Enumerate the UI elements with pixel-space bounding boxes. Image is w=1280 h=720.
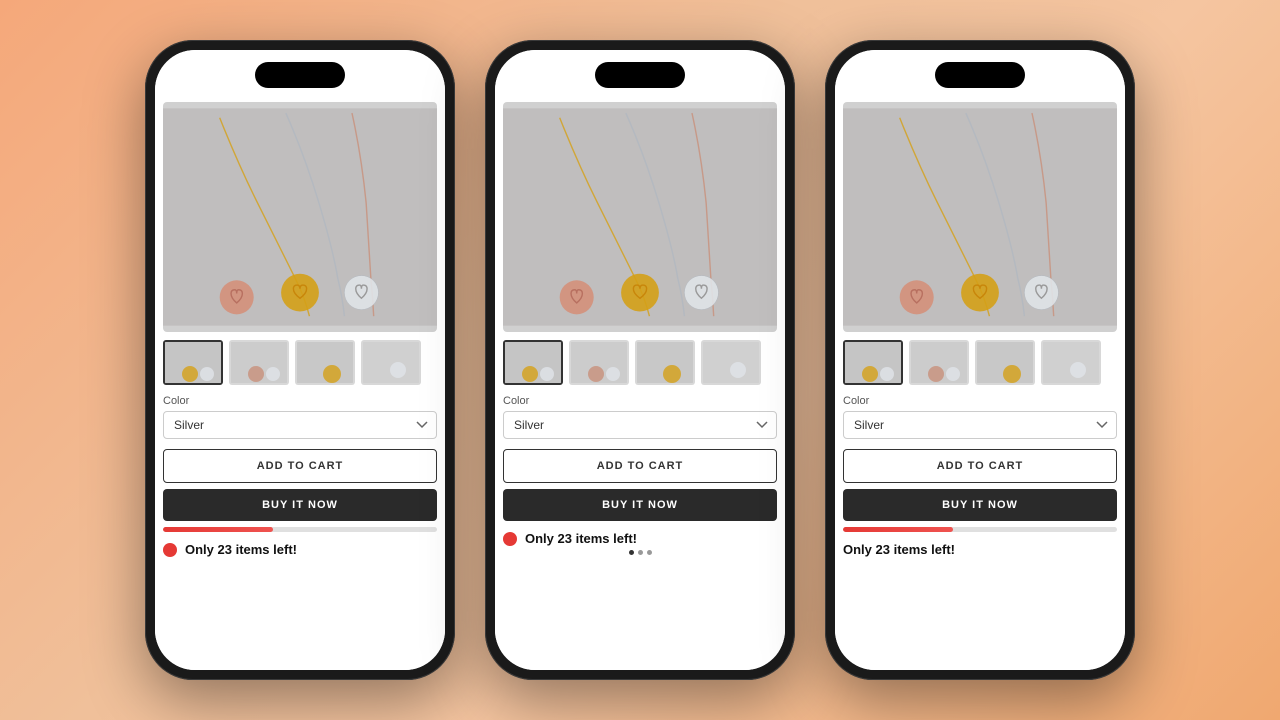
stock-text-2: Only 23 items left!	[525, 531, 637, 546]
thumbnails-1	[163, 340, 437, 385]
color-section-3: Color Silver Gold Rose Gold	[843, 395, 1117, 439]
buy-now-button-2[interactable]: BUY IT NOW	[503, 489, 777, 521]
thumb-3-4[interactable]	[1041, 340, 1101, 385]
thumb-1-2[interactable]	[229, 340, 289, 385]
color-section-1: Color Silver Gold Rose Gold	[163, 395, 437, 439]
stock-section-1: Only 23 items left!	[163, 542, 437, 557]
phone-3: Color Silver Gold Rose Gold ADD TO CART …	[825, 40, 1135, 680]
dynamic-island-2	[595, 62, 685, 88]
thumb-3-3[interactable]	[975, 340, 1035, 385]
progress-bar-1	[163, 527, 437, 532]
dynamic-island-1	[255, 62, 345, 88]
stock-section-3: Only 23 items left!	[843, 542, 1117, 557]
buy-now-button-3[interactable]: BUY IT NOW	[843, 489, 1117, 521]
thumb-2-3[interactable]	[635, 340, 695, 385]
phone-1-content: Color Silver Gold Rose Gold ADD TO CART …	[155, 50, 445, 670]
thumb-3-1[interactable]	[843, 340, 903, 385]
progress-fill-3	[843, 527, 953, 532]
color-select-1[interactable]: Silver Gold Rose Gold	[163, 411, 437, 439]
phone-3-content: Color Silver Gold Rose Gold ADD TO CART …	[835, 50, 1125, 670]
add-to-cart-button-2[interactable]: ADD TO CART	[503, 449, 777, 483]
thumb-2-1[interactable]	[503, 340, 563, 385]
progress-fill-1	[163, 527, 273, 532]
color-label-3: Color	[843, 395, 1117, 407]
color-label-1: Color	[163, 395, 437, 407]
color-select-2[interactable]: Silver Gold Rose Gold	[503, 411, 777, 439]
stock-text-1: Only 23 items left!	[185, 542, 297, 557]
phone-3-screen: Color Silver Gold Rose Gold ADD TO CART …	[835, 50, 1125, 670]
stock-dot-2	[503, 532, 517, 546]
phone-2: Color Silver Gold Rose Gold ADD TO CART …	[485, 40, 795, 680]
color-label-2: Color	[503, 395, 777, 407]
phone-1: Color Silver Gold Rose Gold ADD TO CART …	[145, 40, 455, 680]
dots-indicator-2	[503, 550, 777, 555]
progress-bar-3	[843, 527, 1117, 532]
product-image-3	[843, 102, 1117, 332]
add-to-cart-button-3[interactable]: ADD TO CART	[843, 449, 1117, 483]
dot-2	[638, 550, 643, 555]
phone-2-content: Color Silver Gold Rose Gold ADD TO CART …	[495, 50, 785, 670]
thumbnails-3	[843, 340, 1117, 385]
thumb-1-3[interactable]	[295, 340, 355, 385]
stock-text-3: Only 23 items left!	[843, 542, 955, 557]
thumb-2-2[interactable]	[569, 340, 629, 385]
thumbnails-2	[503, 340, 777, 385]
dynamic-island-3	[935, 62, 1025, 88]
add-to-cart-button-1[interactable]: ADD TO CART	[163, 449, 437, 483]
phone-1-wrapper: Color Silver Gold Rose Gold ADD TO CART …	[145, 40, 455, 680]
stock-section-2: Only 23 items left!	[503, 531, 777, 546]
phone-1-screen: Color Silver Gold Rose Gold ADD TO CART …	[155, 50, 445, 670]
phone-2-wrapper: Color Silver Gold Rose Gold ADD TO CART …	[485, 40, 795, 680]
product-image-2	[503, 102, 777, 332]
dot-3	[647, 550, 652, 555]
color-select-3[interactable]: Silver Gold Rose Gold	[843, 411, 1117, 439]
thumb-2-4[interactable]	[701, 340, 761, 385]
phone-3-wrapper: Color Silver Gold Rose Gold ADD TO CART …	[825, 40, 1135, 680]
thumb-3-2[interactable]	[909, 340, 969, 385]
dot-1	[629, 550, 634, 555]
stock-dot-1	[163, 543, 177, 557]
buy-now-button-1[interactable]: BUY IT NOW	[163, 489, 437, 521]
thumb-1-1[interactable]	[163, 340, 223, 385]
color-section-2: Color Silver Gold Rose Gold	[503, 395, 777, 439]
phone-2-screen: Color Silver Gold Rose Gold ADD TO CART …	[495, 50, 785, 670]
thumb-1-4[interactable]	[361, 340, 421, 385]
product-image-1	[163, 102, 437, 332]
